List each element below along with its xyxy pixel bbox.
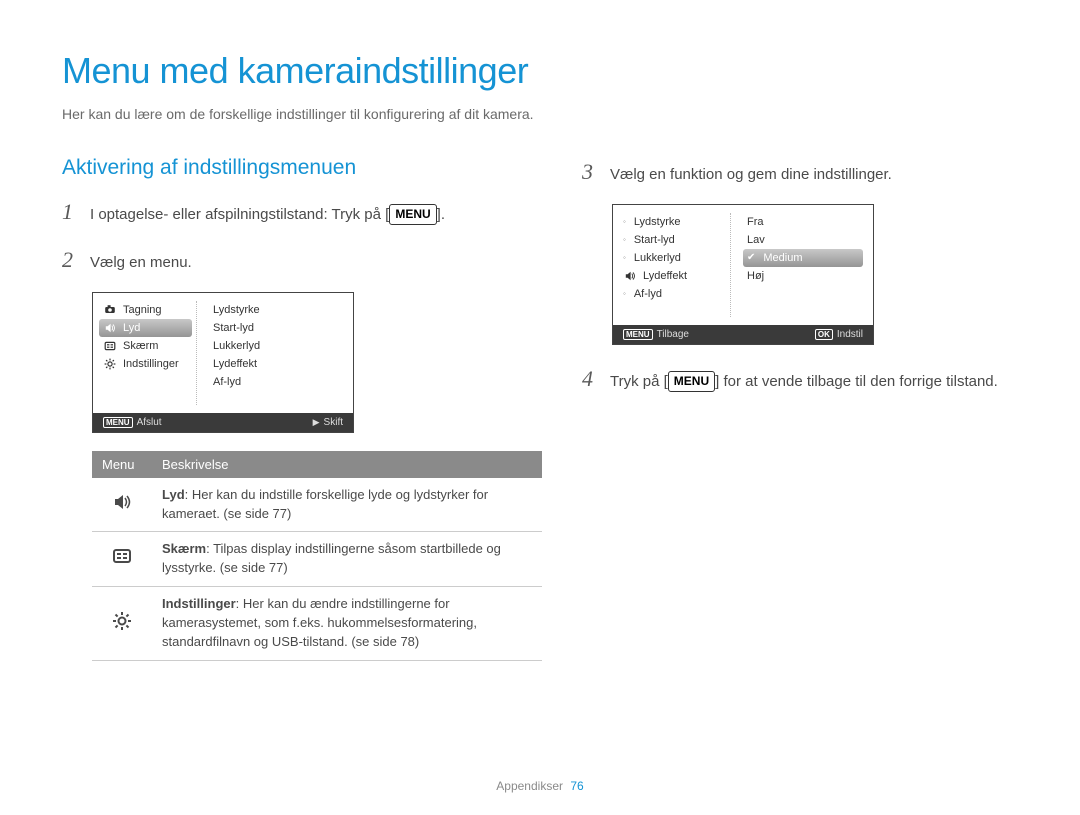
lcd2-opt: ◦Lukkerlyd <box>619 249 726 267</box>
ok-key-icon: OK <box>815 329 833 340</box>
lcd1-opt: Af-lyd <box>209 373 343 391</box>
step-3: 3 Vælg en funktion og gem dine indstilli… <box>582 156 1018 188</box>
table-row: Lyd: Her kan du indstille forskellige ly… <box>92 478 542 532</box>
menu-key: MENU <box>668 371 715 392</box>
sound-icon <box>103 322 117 334</box>
lcd1-opt: Start-lyd <box>209 319 343 337</box>
sound-icon <box>92 478 152 532</box>
step-1: 1 I optagelse- eller afspilningstilstand… <box>62 196 542 228</box>
step-1-text-post: ]. <box>437 206 445 223</box>
menu-key-icon: MENU <box>103 417 133 428</box>
lcd1-left-panel: Tagning Lyd Skærm Indstillinger <box>99 301 197 405</box>
lcd2-right-panel: Fra Lav Medium Høj <box>731 213 863 317</box>
lcd2-val: Høj <box>743 267 863 285</box>
display-icon <box>92 532 152 587</box>
lcd2-val: Lav <box>743 231 863 249</box>
lcd2-footer: MENUTilbage OKIndstil <box>613 325 873 344</box>
step-3-text: Vælg en funktion og gem dine indstilling… <box>610 164 1018 186</box>
step-number: 3 <box>582 156 600 188</box>
lcd2-opt: Lydeffekt <box>619 267 726 285</box>
lcd1-item-skaerm: Skærm <box>99 337 192 355</box>
menu-key: MENU <box>389 204 436 225</box>
lcd-mockup-1: Tagning Lyd Skærm Indstillinger Lydstyrk… <box>92 292 354 433</box>
table-row: Indstillinger: Her kan du ændre indstill… <box>92 587 542 661</box>
section-title: Aktivering af indstillingsmenuen <box>62 156 542 180</box>
step-2-text: Vælg en menu. <box>90 252 542 274</box>
th-menu: Menu <box>92 451 152 478</box>
step-number: 1 <box>62 196 80 228</box>
lcd1-opt: Lydstyrke <box>209 301 343 319</box>
lcd2-val: Fra <box>743 213 863 231</box>
lcd1-footer: MENUAfslut ▶Skift <box>93 413 353 432</box>
footer-label: Appendikser <box>496 779 563 793</box>
table-row: Skærm: Tilpas display indstillingerne så… <box>92 532 542 587</box>
lcd1-item-tagning: Tagning <box>99 301 192 319</box>
lcd1-item-indstillinger: Indstillinger <box>99 355 192 373</box>
lcd2-left-panel: ◦Lydstyrke ◦Start-lyd ◦Lukkerlyd Lydeffe… <box>619 213 731 317</box>
th-beskrivelse: Beskrivelse <box>152 451 542 478</box>
step-4: 4 Tryk på [MENU] for at vende tilbage ti… <box>582 363 1018 395</box>
lcd2-opt: ◦Lydstyrke <box>619 213 726 231</box>
lcd-mockup-2: ◦Lydstyrke ◦Start-lyd ◦Lukkerlyd Lydeffe… <box>612 204 874 345</box>
page-number: 76 <box>570 779 583 793</box>
gear-icon <box>92 587 152 661</box>
lcd2-val-selected: Medium <box>743 249 863 267</box>
sound-icon <box>623 270 637 282</box>
step-4-text-pre: Tryk på [ <box>610 373 668 390</box>
lcd1-opt: Lukkerlyd <box>209 337 343 355</box>
lcd2-opt: ◦Af-lyd <box>619 285 726 303</box>
lcd1-right-panel: Lydstyrke Start-lyd Lukkerlyd Lydeffekt … <box>197 301 343 405</box>
gear-icon <box>103 358 117 370</box>
step-number: 2 <box>62 244 80 276</box>
menu-description-table: Menu Beskrivelse Lyd: Her kan du indstil… <box>92 451 542 661</box>
menu-key-icon: MENU <box>623 329 653 340</box>
right-column: 3 Vælg en funktion og gem dine indstilli… <box>582 156 1018 661</box>
lcd1-item-lyd: Lyd <box>99 319 192 337</box>
step-4-text-post: ] for at vende tilbage til den forrige t… <box>715 373 998 390</box>
page-footer: Appendikser 76 <box>0 779 1080 793</box>
display-icon <box>103 340 117 352</box>
left-column: Aktivering af indstillingsmenuen 1 I opt… <box>62 156 542 661</box>
step-1-text-pre: I optagelse- eller afspilningstilstand: … <box>90 206 389 223</box>
page-title: Menu med kameraindstillinger <box>62 50 1018 92</box>
play-icon: ▶ <box>313 417 320 428</box>
lcd1-opt: Lydeffekt <box>209 355 343 373</box>
step-2: 2 Vælg en menu. <box>62 244 542 276</box>
lcd2-opt: ◦Start-lyd <box>619 231 726 249</box>
step-number: 4 <box>582 363 600 395</box>
intro-text: Her kan du lære om de forskellige indsti… <box>62 106 1018 122</box>
camera-icon <box>103 304 117 316</box>
